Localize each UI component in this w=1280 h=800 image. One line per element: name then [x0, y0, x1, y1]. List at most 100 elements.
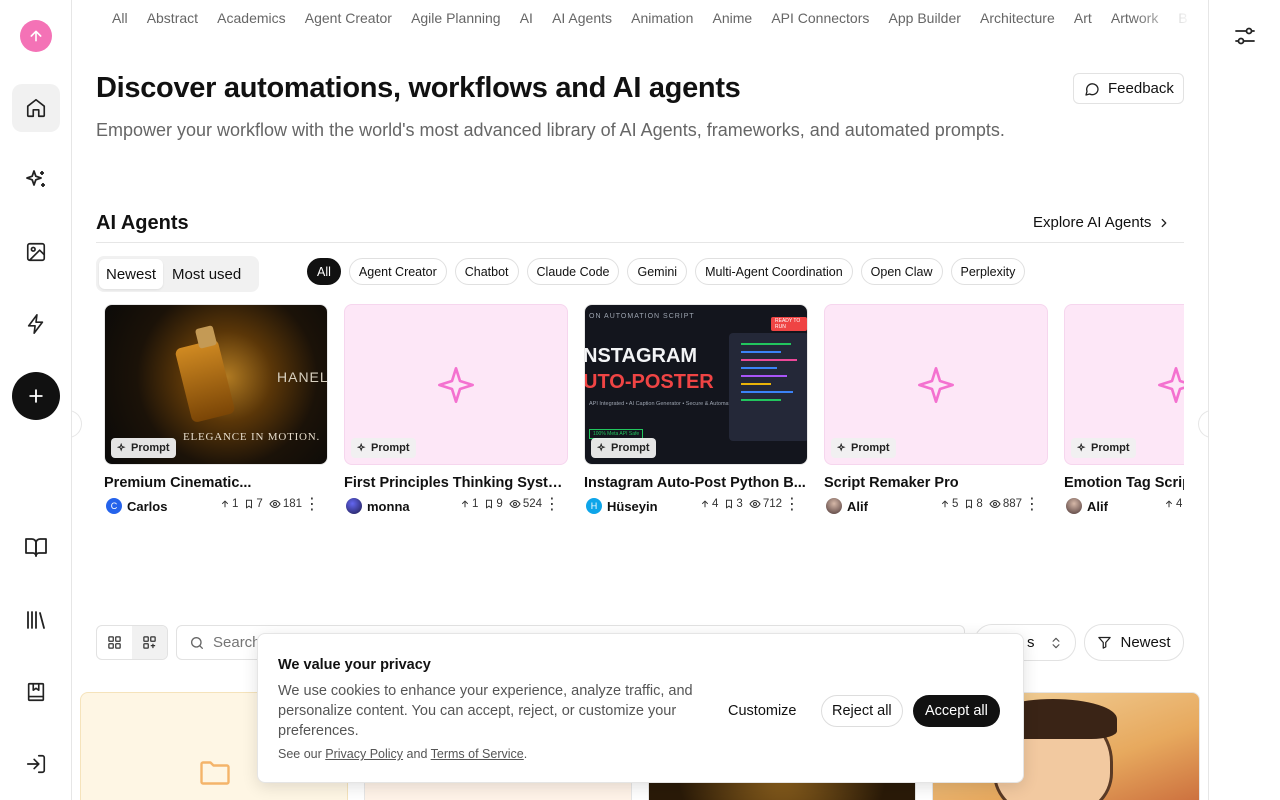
app-logo[interactable]: [20, 20, 52, 52]
chip-perplexity[interactable]: Perplexity: [950, 258, 1026, 285]
category-item[interactable]: App Builder: [889, 10, 961, 26]
card-thumbnail: Prompt: [344, 304, 568, 465]
upvote-stat[interactable]: 4: [1164, 498, 1182, 510]
more-options-icon[interactable]: ⋮: [304, 497, 320, 513]
card-thumbnail: Prompt: [1064, 304, 1184, 465]
upvote-stat[interactable]: 1: [460, 498, 478, 510]
chip-agent-creator[interactable]: Agent Creator: [348, 258, 447, 285]
sparkles-icon: [26, 170, 45, 187]
card-title: Emotion Tag Scrip: [1064, 475, 1184, 491]
author-name[interactable]: monna: [367, 499, 410, 514]
terms-of-service-link[interactable]: Terms of Service: [431, 747, 524, 761]
more-options-icon[interactable]: ⋮: [784, 497, 800, 513]
card-thumbnail: ON AUTOMATION SCRIPT NSTAGRAM UTO-POSTER…: [584, 304, 808, 465]
carousel-prev-button[interactable]: [72, 410, 82, 438]
category-item[interactable]: Agent Creator: [305, 10, 392, 26]
category-item[interactable]: AI Agents: [552, 10, 612, 26]
category-item[interactable]: All: [112, 10, 128, 26]
more-options-icon[interactable]: ⋮: [544, 497, 560, 513]
nav-home-button[interactable]: [12, 84, 60, 132]
agent-card[interactable]: Prompt Emotion Tag Scrip Alif 4: [1064, 304, 1184, 515]
nav-sparkles-button[interactable]: [12, 156, 60, 204]
category-item[interactable]: Art: [1074, 10, 1092, 26]
cookie-banner: We value your privacy We use cookies to …: [257, 633, 1024, 783]
nav-bookmarks-button[interactable]: [12, 668, 60, 716]
grid-large-view-button[interactable]: [97, 626, 132, 659]
sort-newest-button[interactable]: Newest: [1084, 624, 1184, 661]
sort-newest-tab[interactable]: Newest: [99, 259, 164, 289]
folder-icon: [200, 761, 230, 785]
chip-open-claw[interactable]: Open Claw: [860, 258, 943, 285]
thumb-text: READY TO RUN: [771, 317, 807, 331]
eye-icon: [509, 499, 521, 509]
category-item[interactable]: Abstract: [147, 10, 198, 26]
chip-multi-agent[interactable]: Multi-Agent Coordination: [695, 258, 853, 285]
agent-card[interactable]: Prompt First Principles Thinking System …: [344, 304, 568, 515]
filter-settings-button[interactable]: [1233, 24, 1257, 48]
category-item[interactable]: API Connectors: [771, 10, 869, 26]
category-item[interactable]: Architecture: [980, 10, 1055, 26]
card-title: Instagram Auto-Post Python B...: [584, 475, 806, 491]
section-divider: [96, 242, 1184, 243]
nav-library-button[interactable]: [12, 596, 60, 644]
nav-images-button[interactable]: [12, 228, 60, 276]
chip-all[interactable]: All: [307, 258, 341, 285]
cookie-title: We value your privacy: [278, 657, 431, 673]
grid-icon: [108, 636, 121, 649]
grid-compact-view-button[interactable]: [132, 626, 167, 659]
privacy-policy-link[interactable]: Privacy Policy: [325, 747, 403, 761]
save-stat[interactable]: 7: [244, 498, 263, 510]
category-bar: All Abstract Academics Agent Creator Agi…: [112, 10, 1192, 34]
carousel-next-button[interactable]: [1198, 410, 1208, 438]
sparkles-icon: [1077, 443, 1086, 452]
badge-label: Prompt: [131, 442, 170, 454]
chip-claude-code[interactable]: Claude Code: [526, 258, 620, 285]
explore-label: Explore AI Agents: [1033, 214, 1152, 231]
save-stat[interactable]: 3: [724, 498, 743, 510]
card-thumbnail: Prompt: [824, 304, 1048, 465]
view-stat: 712: [749, 498, 782, 510]
card-title: First Principles Thinking System: [344, 475, 568, 491]
book-open-icon: [25, 538, 47, 557]
prompt-badge: Prompt: [1071, 438, 1136, 458]
arrow-up-icon: [30, 30, 42, 42]
author-name[interactable]: Carlos: [127, 499, 167, 514]
author-name[interactable]: Alif: [847, 499, 868, 514]
category-item[interactable]: Anime: [713, 10, 753, 26]
sort-most-used-tab[interactable]: Most used: [165, 259, 248, 289]
create-button[interactable]: [12, 372, 60, 420]
badge-label: Prompt: [1091, 442, 1130, 454]
upvote-stat[interactable]: 1: [220, 498, 238, 510]
prompt-badge: Prompt: [111, 438, 176, 458]
category-item[interactable]: Animation: [631, 10, 693, 26]
author-name[interactable]: Alif: [1087, 499, 1108, 514]
filter-chips: All Agent Creator Chatbot Claude Code Ge…: [307, 258, 1026, 285]
upvote-stat[interactable]: 5: [940, 498, 958, 510]
feedback-button[interactable]: Feedback: [1073, 73, 1184, 104]
badge-label: Prompt: [851, 442, 890, 454]
save-stat[interactable]: 8: [964, 498, 983, 510]
save-stat[interactable]: 9: [484, 498, 503, 510]
newest-label: Newest: [1120, 634, 1171, 651]
chip-gemini[interactable]: Gemini: [627, 258, 688, 285]
chevrons-up-down-icon: [1052, 637, 1060, 649]
agent-card[interactable]: ON AUTOMATION SCRIPT NSTAGRAM UTO-POSTER…: [584, 304, 808, 515]
more-options-icon[interactable]: ⋮: [1024, 497, 1040, 513]
author-name[interactable]: Hüseyin: [607, 499, 658, 514]
category-item[interactable]: AI: [520, 10, 533, 26]
category-item[interactable]: Academics: [217, 10, 285, 26]
nav-automations-button[interactable]: [12, 300, 60, 348]
explore-link[interactable]: Explore AI Agents: [1033, 214, 1171, 231]
nav-login-button[interactable]: [12, 740, 60, 788]
accept-all-button[interactable]: Accept all: [913, 695, 1000, 727]
chip-chatbot[interactable]: Chatbot: [454, 258, 519, 285]
category-item[interactable]: Agile Planning: [411, 10, 501, 26]
avatar: [1066, 498, 1082, 514]
upvote-stat[interactable]: 4: [700, 498, 718, 510]
agent-card[interactable]: Prompt Script Remaker Pro Alif 5 8 887 ⋮: [824, 304, 1048, 515]
customize-button[interactable]: Customize: [720, 695, 805, 727]
reject-all-button[interactable]: Reject all: [821, 695, 903, 727]
agent-card[interactable]: HANEL ELEGANCE IN MOTION. Prompt Premium…: [104, 304, 328, 515]
main-content: All Abstract Academics Agent Creator Agi…: [72, 0, 1208, 800]
nav-docs-button[interactable]: [12, 523, 60, 571]
